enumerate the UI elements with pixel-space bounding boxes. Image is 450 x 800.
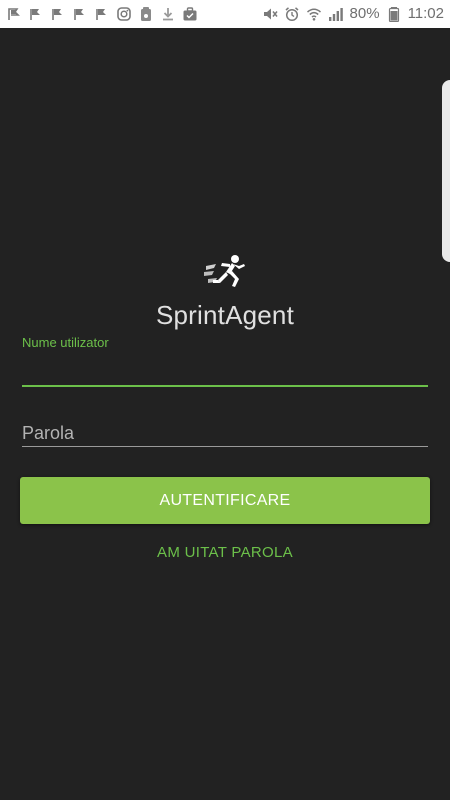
flag-icon [50,6,66,22]
login-button[interactable]: AUTENTIFICARE [20,477,430,524]
username-underline [22,385,428,387]
runner-logo-icon [202,252,250,292]
system-icons: 80% 11:02 [262,4,444,24]
edge-panel-handle[interactable] [442,80,450,262]
username-label: Nume utilizator [22,335,109,350]
clock: 11:02 [407,5,444,22]
forgot-password-link[interactable]: AM UITAT PAROLA [0,544,450,561]
briefcase-icon [182,6,198,22]
alarm-icon [284,6,300,22]
flag-icon [94,6,110,22]
status-bar: 80% 11:02 [0,0,450,28]
username-input[interactable] [22,354,428,384]
instagram-icon [116,6,132,22]
download-icon [160,6,176,22]
login-screen: 80% 11:02 SprintAgent Nume utilizator AU… [0,0,450,800]
battery-percentage: 80% [349,5,380,22]
flag-icon [72,6,88,22]
password-underline [22,446,428,447]
app-icon [138,6,154,22]
mute-icon [262,6,278,22]
battery-icon [386,6,402,22]
signal-icon [328,6,344,22]
notification-icons [6,4,198,24]
flag-icon [6,6,22,22]
password-input[interactable] [22,418,428,448]
flag-icon [28,6,44,22]
wifi-icon [306,6,322,22]
app-title: SprintAgent [155,300,295,330]
